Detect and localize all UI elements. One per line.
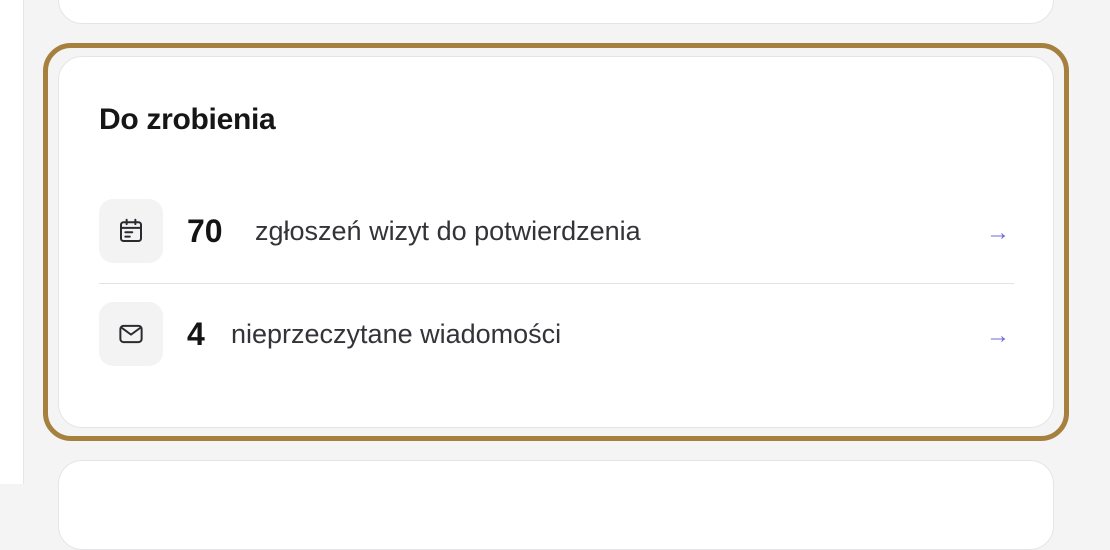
item-count: 70 [187, 212, 223, 249]
card-title: Do zrobienia [99, 103, 276, 136]
sidebar-edge [0, 0, 24, 484]
arrow-right-icon[interactable]: → [986, 215, 1010, 247]
item-label: zgłoszeń wizyt do potwierdzenia [255, 215, 641, 246]
next-card [58, 460, 1054, 550]
arrow-right-icon[interactable]: → [986, 318, 1010, 350]
previous-card [58, 0, 1054, 24]
item-count: 4 [187, 315, 205, 352]
todo-card: Do zrobienia 70 zgłoszeń wizyt do potwie… [58, 56, 1054, 428]
item-label: nieprzeczytane wiadomości [231, 318, 562, 349]
mail-icon [99, 302, 163, 366]
todo-item-visit-requests[interactable]: 70 zgłoszeń wizyt do potwierdzenia → [99, 199, 1014, 263]
calendar-icon [99, 199, 163, 263]
divider [99, 283, 1014, 284]
todo-item-unread-messages[interactable]: 4 nieprzeczytane wiadomości → [99, 302, 1014, 366]
